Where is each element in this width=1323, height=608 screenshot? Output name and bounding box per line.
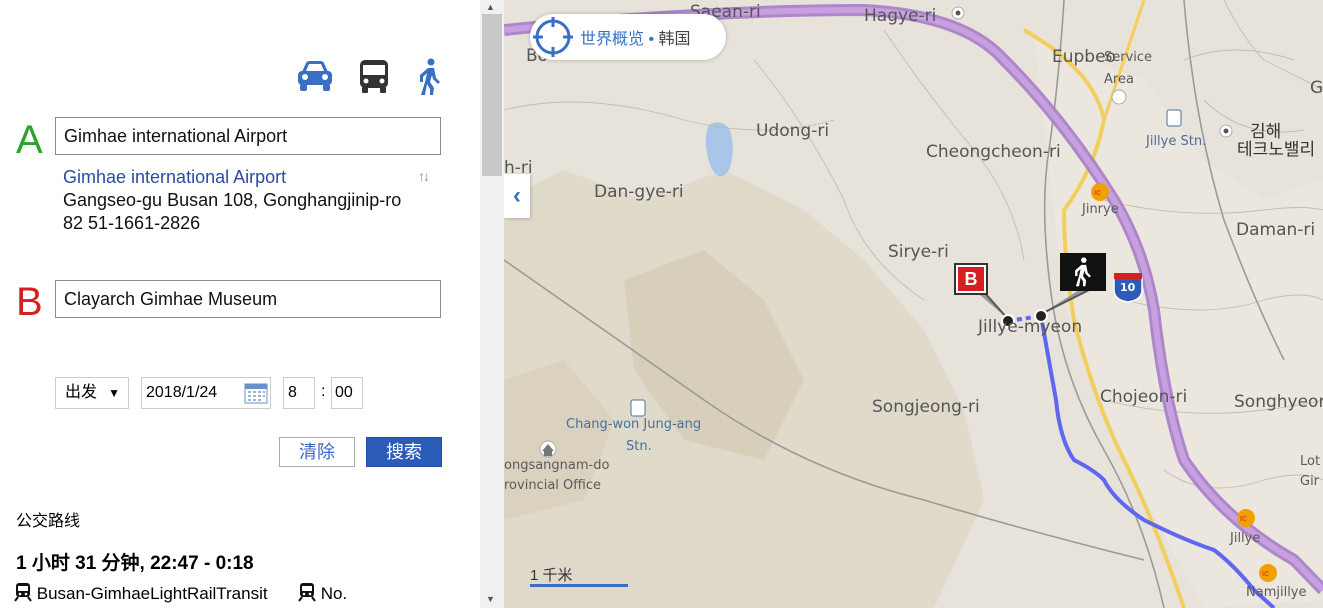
minute-input[interactable]: 00 [331, 377, 363, 409]
route-leg-1: Busan-GimhaeLightRailTransit [14, 582, 268, 604]
place-label: Gir [1300, 474, 1320, 489]
car-mode-button[interactable] [296, 58, 334, 99]
place-label: Chang-won Jung-ang [566, 417, 702, 432]
dropdown-arrow-icon: ▼ [108, 386, 120, 400]
place-label: 10 [1120, 281, 1136, 294]
place-label: Jillye [1230, 531, 1261, 546]
route-section-title: 公交路线 [16, 513, 81, 530]
place-label: Udong-ri [756, 121, 830, 141]
place-label: Daman-ri [1236, 220, 1316, 240]
place-label: Cheongcheon-ri [926, 142, 1061, 162]
place-label: Service [1104, 50, 1153, 65]
place-label: 테크노밸리 [1237, 140, 1316, 160]
scroll-up-icon[interactable]: ▲ [486, 2, 495, 12]
route-leg-2-label: No. [320, 584, 348, 603]
place-label: Lot [1300, 454, 1321, 469]
place-label: Sirye-ri [888, 242, 949, 262]
route-summary[interactable]: 1 小时 31 分钟, 22:47 - 0:18 [16, 548, 254, 575]
place-label: Namjillye [1246, 585, 1307, 600]
scroll-thumb[interactable] [482, 14, 502, 176]
place-label: Songjeong-ri [872, 397, 980, 417]
directions-panel: A Gimhae international Airport Gimhae in… [0, 0, 480, 608]
svg-text:IC: IC [1262, 571, 1269, 578]
walk-mode-button[interactable] [418, 58, 442, 101]
place-label: Hagye-ri [864, 6, 937, 26]
walk-icon [1075, 257, 1091, 287]
place-label: Jillye Stn. [1146, 134, 1207, 149]
suggestion-phone: 82 51-1661-2826 [63, 213, 201, 233]
walk-icon [420, 58, 440, 95]
panel-scrollbar[interactable]: ▲ ▼ [480, 0, 504, 608]
place-label: ongsangnam-do [504, 458, 610, 473]
place-label: Chojeon-ri [1100, 387, 1188, 407]
bus-icon [360, 60, 388, 93]
depart-mode-label: 出发 [65, 384, 98, 401]
place-label: Area [1104, 72, 1134, 87]
destination-flag-marker[interactable]: B [954, 263, 988, 295]
swap-direction-icon[interactable]: ↑↓ [418, 168, 430, 184]
train-icon [14, 583, 32, 602]
transit-mode-button[interactable] [358, 58, 390, 99]
route-leg-1-label: Busan-GimhaeLightRailTransit [36, 584, 268, 603]
place-label: Dan-gye-ri [594, 182, 684, 202]
place-label: Stn. [626, 439, 652, 454]
destination-marker-letter: B [16, 280, 43, 324]
car-icon [298, 61, 332, 91]
overview-separator: • [648, 31, 655, 48]
date-input[interactable]: 2018/1/24 [141, 377, 271, 409]
scale-bar [530, 584, 628, 587]
overview-label: 世界概览 • 韩国 [580, 25, 691, 49]
train-icon [298, 583, 316, 602]
map-canvas: IC IC IC [504, 0, 1323, 608]
suggestion-name-link[interactable]: Gimhae international Airport [63, 167, 286, 188]
route-leg-2: No. [298, 582, 347, 604]
origin-marker-letter: A [16, 118, 43, 162]
walk-flag-marker[interactable] [1060, 253, 1106, 291]
overview-world-label: 世界概览 [580, 31, 645, 48]
search-button[interactable]: 搜索 [366, 437, 442, 467]
origin-input[interactable]: Gimhae international Airport [55, 117, 441, 155]
destination-input[interactable]: Clayarch Gimhae Museum [55, 280, 441, 318]
crosshair-icon [533, 17, 573, 57]
world-overview-button[interactable]: 世界概览 • 韩国 [530, 14, 726, 60]
time-separator: : [321, 383, 326, 400]
date-value: 2018/1/24 [146, 384, 218, 401]
overview-country-label: 韩国 [658, 31, 691, 48]
scale-label: 1 千米 [530, 567, 573, 584]
place-label: Songhyeon [1234, 392, 1323, 412]
depart-mode-select[interactable]: 出发 ▼ [55, 377, 129, 409]
collapse-panel-button[interactable]: ‹ [504, 174, 530, 218]
place-label: Jinrye [1082, 202, 1119, 217]
place-label: rovincial Office [504, 478, 601, 493]
destination-flag-label: B [958, 267, 984, 291]
svg-text:IC: IC [1240, 516, 1247, 523]
map-view[interactable]: IC IC IC Saean-ri Hagye-ri Bo Udong-ri h-r… [504, 0, 1323, 608]
suggestion-address: Gangseo-gu Busan 108, Gonghangjinip-ro [63, 190, 402, 210]
hour-input[interactable]: 8 [283, 377, 315, 409]
svg-text:IC: IC [1094, 190, 1101, 197]
clear-button[interactable]: 清除 [279, 437, 355, 467]
reservoir-shape [705, 122, 733, 177]
place-label: G [1310, 78, 1323, 98]
scroll-down-icon[interactable]: ▼ [486, 594, 495, 604]
calendar-icon[interactable] [244, 382, 268, 404]
place-label: Jillye-myeon [978, 317, 1083, 337]
